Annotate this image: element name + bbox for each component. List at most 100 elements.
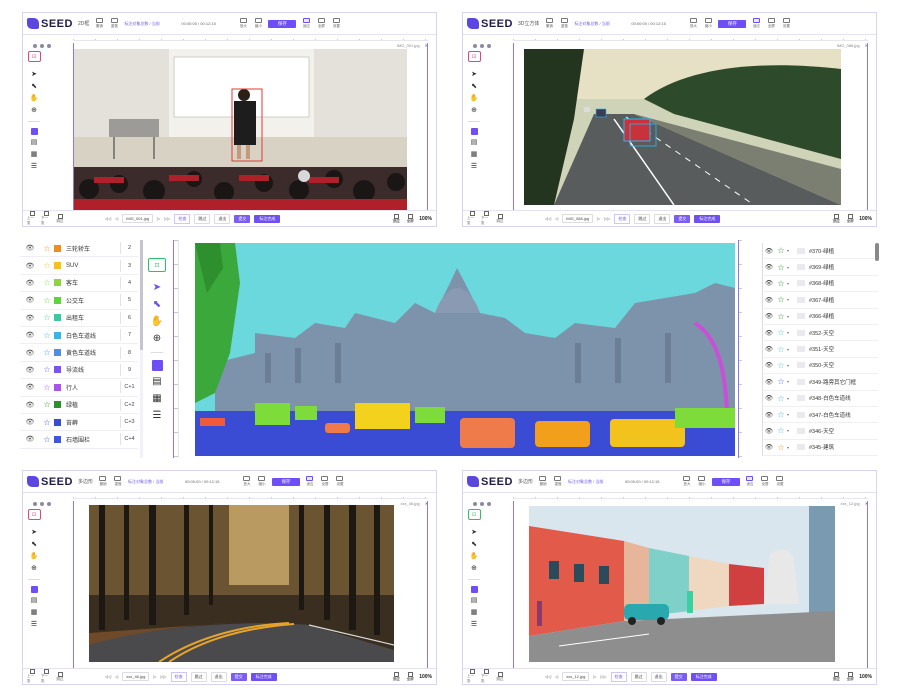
label-item[interactable]: 👁 ☆ 出租车 6 xyxy=(20,310,138,327)
eye-icon[interactable]: 👁 xyxy=(763,296,775,304)
grid-icon[interactable]: ▦ xyxy=(31,151,38,159)
eye-icon[interactable]: 👁 xyxy=(20,244,40,252)
eye-icon[interactable]: 👁 xyxy=(763,279,775,287)
object-item[interactable]: 👁 ☆ ▾ #350-天空 xyxy=(763,358,878,375)
chevron-down-icon[interactable]: ▾ xyxy=(787,445,797,450)
eye-icon[interactable]: 👁 xyxy=(20,314,40,322)
undo-button[interactable]: 撤销 xyxy=(538,475,548,488)
layout-icon[interactable]: ▤ xyxy=(471,139,478,147)
eye-icon[interactable]: 👁 xyxy=(763,394,775,402)
eye-icon[interactable]: 👁 xyxy=(763,329,775,337)
zoom-icon[interactable]: ⊕ xyxy=(471,107,477,115)
chevron-down-icon[interactable]: ▾ xyxy=(787,363,797,368)
chevron-down-icon[interactable]: ▾ xyxy=(787,330,797,335)
exit-button[interactable]: 退出 xyxy=(654,213,671,224)
prev-page-icon[interactable]: ◁◁ xyxy=(545,216,551,221)
object-scrollbar[interactable] xyxy=(875,243,879,261)
next-page-icon[interactable]: ▷▷ xyxy=(164,216,170,221)
select-icon[interactable]: ⬉ xyxy=(31,541,37,549)
star-icon[interactable]: ☆ xyxy=(40,261,54,270)
next-icon[interactable]: ▷ xyxy=(157,216,160,221)
prev-page-icon[interactable]: ◁◁ xyxy=(105,674,111,679)
star-icon[interactable]: ☆ xyxy=(775,279,787,288)
color-square-icon[interactable] xyxy=(470,128,478,135)
prev-page-icon[interactable]: ◁◁ xyxy=(105,216,111,221)
next-icon[interactable]: ▷ xyxy=(597,216,600,221)
next-page-icon[interactable]: ▷▷ xyxy=(160,674,166,679)
skip-button[interactable]: 跳过 xyxy=(634,213,651,224)
check-button[interactable]: 检查 xyxy=(174,213,191,224)
fullscreen-button[interactable]: 全屏 xyxy=(845,213,855,224)
submit-button[interactable]: 提交 xyxy=(674,214,691,223)
zoom-icon[interactable]: ⊕ xyxy=(31,107,37,115)
object-item[interactable]: 👁 ☆ ▾ #367-绿植 xyxy=(763,292,878,309)
tb-zoom-out[interactable]: 缩小 xyxy=(697,475,707,488)
tb-zoom-in[interactable]: 放大 xyxy=(682,475,692,488)
eye-icon[interactable]: 👁 xyxy=(763,443,775,451)
eye-icon[interactable]: 👁 xyxy=(20,401,40,409)
eye-icon[interactable]: 👁 xyxy=(20,366,40,374)
image-canvas[interactable] xyxy=(524,49,841,205)
undo-button[interactable]: 撤销 xyxy=(98,475,108,488)
bb-help[interactable]: 跳过 xyxy=(55,671,65,682)
tb-settings[interactable]: 设置 xyxy=(775,475,785,488)
eye-icon[interactable]: 👁 xyxy=(20,296,40,304)
hand-icon[interactable]: ✋ xyxy=(470,553,479,561)
next-icon[interactable]: ▷ xyxy=(153,674,156,679)
bb-help[interactable]: 跳过 xyxy=(495,213,505,224)
star-icon[interactable]: ☆ xyxy=(40,435,54,444)
bb-prev[interactable]: 上一张 xyxy=(467,211,477,226)
star-icon[interactable]: ☆ xyxy=(775,345,787,354)
object-item[interactable]: 👁 ☆ ▾ #351-天空 xyxy=(763,341,878,358)
submit-button[interactable]: 提交 xyxy=(230,672,247,681)
image-canvas[interactable] xyxy=(529,506,835,662)
hand-icon[interactable]: ✋ xyxy=(30,553,39,561)
eye-icon[interactable]: 👁 xyxy=(20,418,40,426)
grid-icon[interactable]: ▦ xyxy=(471,609,478,617)
pointer-icon[interactable]: ➤ xyxy=(471,71,477,79)
chevron-down-icon[interactable]: ▾ xyxy=(787,314,797,319)
list-icon[interactable]: ☰ xyxy=(471,163,477,171)
fit-button[interactable]: 适应 xyxy=(831,671,841,682)
bb-grid[interactable]: 下一张 xyxy=(481,669,491,684)
bb-prev[interactable]: 上一张 xyxy=(27,669,37,684)
image-canvas[interactable] xyxy=(89,505,394,662)
tb-settings[interactable]: 设置 xyxy=(781,17,791,30)
skip-button[interactable]: 跳过 xyxy=(630,671,647,682)
star-icon[interactable]: ☆ xyxy=(775,246,787,255)
tb-zoom-in[interactable]: 放大 xyxy=(242,475,252,488)
star-icon[interactable]: ☆ xyxy=(775,328,787,337)
star-icon[interactable]: ☆ xyxy=(775,377,787,386)
prev-page-icon[interactable]: ◁◁ xyxy=(545,674,551,679)
fullscreen-button[interactable]: 全屏 xyxy=(405,671,415,682)
tb-fit[interactable]: 适应 xyxy=(751,17,761,30)
label-item[interactable]: 👁 ☆ 黄色车道线 8 xyxy=(20,344,138,362)
tb-fit[interactable]: 适应 xyxy=(305,475,315,488)
polygon-tool-icon[interactable]: ⊡ xyxy=(27,509,41,520)
bb-help[interactable]: 跳过 xyxy=(55,213,65,224)
zoom-icon[interactable]: ⊕ xyxy=(31,565,37,573)
color-square-icon[interactable] xyxy=(470,586,478,593)
select-icon[interactable]: ⬉ xyxy=(153,299,161,311)
fit-button[interactable]: 适应 xyxy=(391,213,401,224)
fit-button[interactable]: 适应 xyxy=(831,213,841,224)
select-icon[interactable]: ⬉ xyxy=(471,83,477,91)
fullscreen-button[interactable]: 全屏 xyxy=(845,671,855,682)
submit-button[interactable]: 提交 xyxy=(234,214,251,223)
zoom-icon[interactable]: ⊕ xyxy=(153,333,161,345)
star-icon[interactable]: ☆ xyxy=(40,348,54,357)
finish-button[interactable]: 标注完成 xyxy=(694,214,721,223)
tb-fullscreen[interactable]: 全屏 xyxy=(320,475,330,488)
star-icon[interactable]: ☆ xyxy=(775,426,787,435)
star-icon[interactable]: ☆ xyxy=(775,361,787,370)
object-item[interactable]: 👁 ☆ ▾ #368-绿植 xyxy=(763,276,878,293)
exit-button[interactable]: 退出 xyxy=(650,671,667,682)
object-item[interactable]: 👁 ☆ ▾ #346-天空 xyxy=(763,423,878,440)
redo-button[interactable]: 重做 xyxy=(553,475,563,488)
hand-icon[interactable]: ✋ xyxy=(151,316,163,328)
label-scrollbar-thumb[interactable] xyxy=(140,240,143,350)
object-item[interactable]: 👁 ☆ ▾ #345-建筑 xyxy=(763,440,878,457)
star-icon[interactable]: ☆ xyxy=(40,296,54,305)
label-item[interactable]: 👁 ☆ 白色车道线 7 xyxy=(20,327,138,345)
color-square-icon[interactable] xyxy=(30,128,38,135)
